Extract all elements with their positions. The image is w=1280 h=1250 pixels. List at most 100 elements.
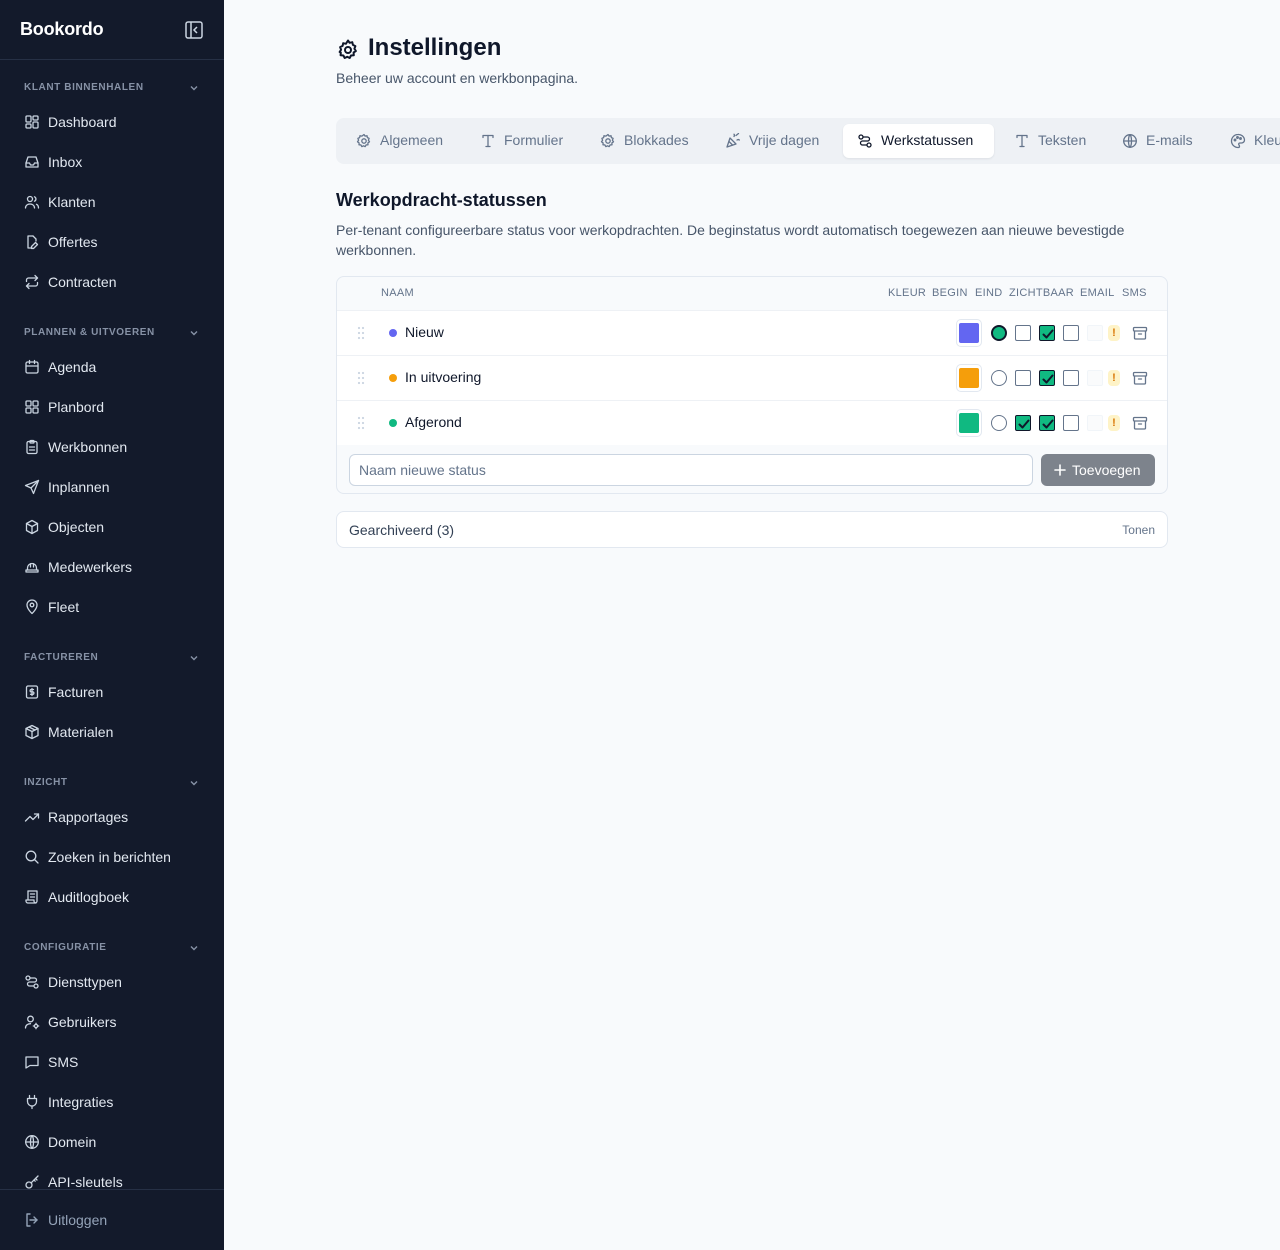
begin-radio[interactable] (991, 415, 1007, 431)
sidebar-item-label: Domein (48, 1134, 97, 1150)
tab-vrije-dagen[interactable]: Vrije dagen (711, 124, 837, 158)
begin-radio[interactable] (991, 325, 1007, 341)
col-sms: SMS (1122, 287, 1147, 299)
sidebar-section-header[interactable]: Klant binnenhalen (0, 78, 224, 98)
archive-icon[interactable] (1132, 370, 1148, 386)
archived-panel[interactable]: Gearchiveerd (3) Tonen (336, 511, 1168, 548)
map-pin-icon (26, 599, 38, 615)
sms-warning-badge: ! (1108, 370, 1120, 386)
sidebar-item-planbord[interactable]: Planbord (12, 389, 212, 425)
archive-icon[interactable] (1132, 415, 1148, 431)
sms-checkbox[interactable] (1087, 415, 1103, 431)
sidebar-item-label: Agenda (48, 359, 97, 375)
sms-checkbox[interactable] (1087, 370, 1103, 386)
sidebar-item-fleet[interactable]: Fleet (12, 589, 212, 625)
chevron-down-icon (190, 781, 198, 786)
sidebar-item-inplannen[interactable]: Inplannen (12, 469, 212, 505)
check-icon (1018, 419, 1030, 429)
sidebar-section-header[interactable]: Factureren (0, 648, 224, 668)
sidebar-section-title: Factureren (24, 652, 99, 663)
check-icon (1042, 374, 1054, 384)
message-icon (25, 1056, 39, 1069)
sidebar-item-inbox[interactable]: Inbox (12, 144, 212, 180)
new-status-input[interactable] (349, 454, 1033, 486)
email-checkbox[interactable] (1063, 325, 1079, 341)
email-checkbox[interactable] (1063, 370, 1079, 386)
email-checkbox[interactable] (1063, 415, 1079, 431)
drag-handle-icon[interactable] (356, 326, 366, 340)
sidebar-collapse-icon[interactable] (184, 20, 204, 40)
status-table: Naam Kleur Begin Eind Zichtbaar Email SM… (336, 276, 1168, 494)
eind-checkbox[interactable] (1015, 415, 1031, 431)
sidebar-item-gebruikers[interactable]: Gebruikers (12, 1004, 212, 1040)
sidebar-item-auditlogboek[interactable]: Auditlogboek (12, 879, 212, 915)
sidebar-item-api-sleutels[interactable]: API-sleutels (12, 1164, 212, 1200)
route-icon (25, 975, 39, 989)
check-icon (1042, 419, 1054, 429)
tab-e-mails[interactable]: E-mails (1108, 124, 1210, 158)
sidebar-item-label: Diensttypen (48, 974, 122, 990)
globe-icon (25, 1135, 39, 1149)
sidebar-item-materialen[interactable]: Materialen (12, 714, 212, 750)
sidebar-item-contracten[interactable]: Contracten (12, 264, 212, 300)
sidebar-item-objecten[interactable]: Objecten (12, 509, 212, 545)
color-picker[interactable] (956, 364, 982, 392)
user-cog-icon (24, 1015, 40, 1030)
page-title: Instellingen (368, 34, 502, 61)
route-icon (858, 134, 872, 148)
sidebar-item-medewerkers[interactable]: Medewerkers (12, 549, 212, 585)
tab-teksten[interactable]: Teksten (1000, 124, 1102, 158)
status-color-dot (389, 374, 397, 382)
zichtbaar-checkbox[interactable] (1039, 325, 1055, 341)
tab-blokkades[interactable]: Blokkades (586, 124, 705, 158)
sidebar-item-label: Inbox (48, 154, 83, 170)
zichtbaar-checkbox[interactable] (1039, 370, 1055, 386)
table-row: Nieuw! (337, 310, 1167, 355)
sidebar-section-header[interactable]: Inzicht (0, 773, 224, 793)
drag-handle-icon[interactable] (356, 371, 366, 385)
color-picker[interactable] (956, 319, 982, 347)
archive-icon[interactable] (1132, 325, 1148, 341)
sidebar-section-header[interactable]: Configuratie (0, 938, 224, 958)
add-status-button[interactable]: Toevoegen (1041, 454, 1155, 486)
inbox-icon (25, 156, 39, 168)
sidebar-item-diensttypen[interactable]: Diensttypen (12, 964, 212, 1000)
logout-button[interactable]: Uitloggen (12, 1202, 212, 1238)
sidebar-item-agenda[interactable]: Agenda (12, 349, 212, 385)
globe-icon (1123, 134, 1137, 148)
tab-werkstatussen[interactable]: Werkstatussen (843, 124, 994, 158)
sidebar-item-offertes[interactable]: Offertes (12, 224, 212, 260)
sidebar-item-facturen[interactable]: Facturen (12, 674, 212, 710)
sidebar-item-label: API-sleutels (48, 1174, 123, 1190)
logout-label: Uitloggen (48, 1212, 108, 1228)
sidebar-item-zoeken-in-berichten[interactable]: Zoeken in berichten (12, 839, 212, 875)
tab-kleuren[interactable]: Kleuren (1216, 124, 1280, 158)
plug-icon (26, 1094, 38, 1110)
party-icon (726, 133, 740, 148)
sidebar-item-domein[interactable]: Domein (12, 1124, 212, 1160)
sms-checkbox[interactable] (1087, 325, 1103, 341)
sidebar-item-rapportages[interactable]: Rapportages (12, 799, 212, 835)
sidebar-section-header[interactable]: Plannen & uitvoeren (0, 323, 224, 343)
sidebar-item-label: Offertes (48, 234, 98, 250)
sidebar-item-integraties[interactable]: Integraties (12, 1084, 212, 1120)
zichtbaar-checkbox[interactable] (1039, 415, 1055, 431)
plus-icon (1054, 464, 1066, 476)
drag-handle-icon[interactable] (356, 416, 366, 430)
sidebar-item-dashboard[interactable]: Dashboard (12, 104, 212, 140)
sidebar-item-klanten[interactable]: Klanten (12, 184, 212, 220)
show-archived-toggle[interactable]: Tonen (1122, 523, 1155, 537)
sidebar-item-label: Werkbonnen (48, 439, 128, 455)
archived-label: Gearchiveerd (3) (349, 522, 455, 538)
tab-algemeen[interactable]: Algemeen (342, 124, 460, 158)
tab-label: Werkstatussen (881, 132, 974, 148)
tab-formulier[interactable]: Formulier (466, 124, 580, 158)
sidebar-item-werkbonnen[interactable]: Werkbonnen (12, 429, 212, 465)
eind-checkbox[interactable] (1015, 325, 1031, 341)
color-picker[interactable] (956, 409, 982, 437)
sidebar-item-label: Auditlogboek (48, 889, 129, 905)
begin-radio[interactable] (991, 370, 1007, 386)
send-icon (24, 479, 40, 495)
eind-checkbox[interactable] (1015, 370, 1031, 386)
sidebar-item-sms[interactable]: SMS (12, 1044, 212, 1080)
